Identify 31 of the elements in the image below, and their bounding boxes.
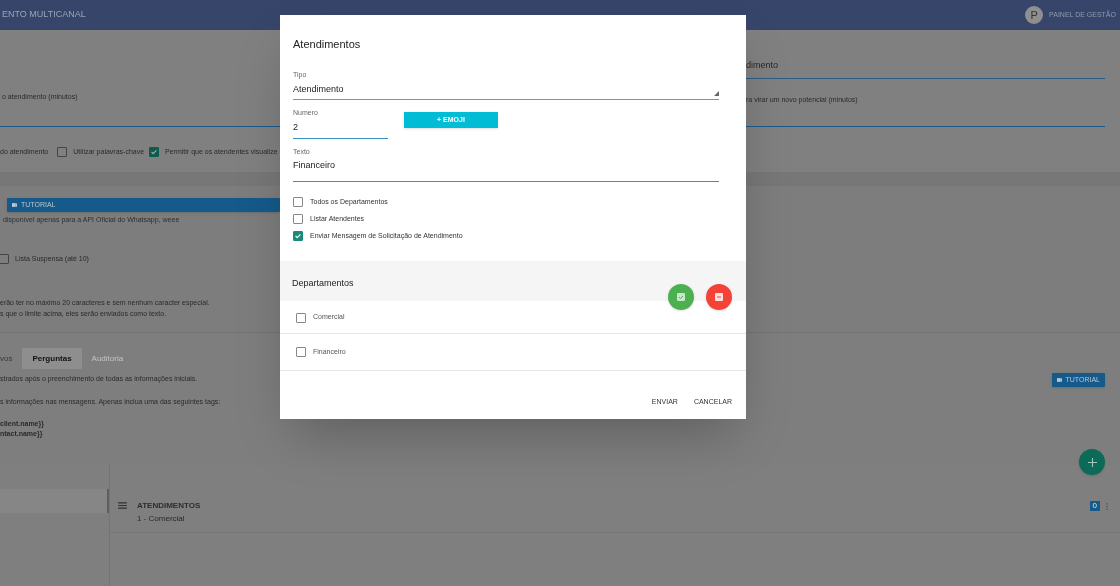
checkbox[interactable] <box>293 197 303 207</box>
list-item[interactable]: ATENDIMENTOS 1 - Comercial 0 <box>110 491 1120 533</box>
checkbox[interactable] <box>293 214 303 224</box>
input-field[interactable]: dimento <box>746 59 1105 79</box>
select-all-button[interactable] <box>668 284 694 310</box>
avatar[interactable]: P <box>1025 6 1044 24</box>
deselect-all-button[interactable] <box>706 284 732 310</box>
minus-box-icon <box>715 293 723 301</box>
checkbox[interactable] <box>0 253 9 264</box>
add-button[interactable] <box>1079 449 1105 475</box>
text-field[interactable]: Financeiro <box>293 157 719 182</box>
checkbox[interactable] <box>296 312 306 323</box>
dropdown-icon <box>714 91 719 96</box>
tab[interactable]: Perguntas <box>22 348 82 369</box>
menu-icon <box>118 502 127 509</box>
plus-icon <box>1087 457 1097 467</box>
checkbox[interactable] <box>296 347 306 357</box>
section-title: Departamentos <box>292 278 354 288</box>
checkbox[interactable] <box>57 146 68 157</box>
count-badge: 0 <box>1089 501 1100 511</box>
number-field[interactable]: 2 <box>293 118 388 139</box>
app-title: ENTO MULTICANAL <box>1 8 86 22</box>
type-select[interactable]: Atendimento <box>293 80 719 100</box>
checkbox-icon <box>677 293 685 301</box>
item-title: ATENDIMENTOS <box>137 500 201 512</box>
checkbox[interactable] <box>293 231 303 241</box>
checkbox[interactable] <box>149 146 160 157</box>
video-camera-icon <box>1056 378 1062 382</box>
video-camera-icon <box>12 203 17 207</box>
item-subtitle: 1 - Comercial <box>137 513 186 525</box>
dialog-title: Atendimentos <box>292 37 362 52</box>
